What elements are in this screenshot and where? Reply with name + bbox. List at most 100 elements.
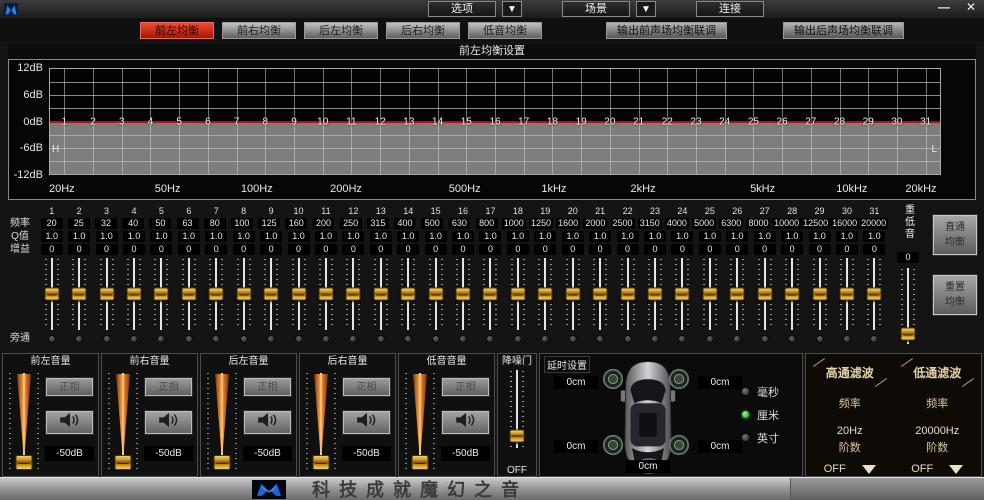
mute-button[interactable] <box>144 410 193 435</box>
band-gain-slider-11[interactable] <box>316 258 336 330</box>
band-gain-value[interactable]: 0 <box>452 244 474 255</box>
volume-slider[interactable] <box>102 369 144 476</box>
band-q-value[interactable]: 1.0 <box>260 231 282 242</box>
band-q-value[interactable]: 1.0 <box>809 231 831 242</box>
mute-button[interactable] <box>342 410 391 435</box>
band-slider-handle-10[interactable] <box>291 288 306 301</box>
band-frequency-value[interactable]: 1000 <box>502 218 526 229</box>
eq-point-13[interactable]: 13 <box>403 116 414 127</box>
band-slider-handle-28[interactable] <box>785 288 800 301</box>
band-bypass-indicator-27[interactable] <box>761 335 769 343</box>
band-slider-handle-27[interactable] <box>757 288 772 301</box>
band-gain-value[interactable]: 0 <box>342 244 364 255</box>
band-gain-value[interactable]: 0 <box>863 244 885 255</box>
band-q-value[interactable]: 1.0 <box>699 231 721 242</box>
band-slider-handle-11[interactable] <box>318 288 333 301</box>
eq-tab-3[interactable]: 后左均衡 <box>304 22 378 39</box>
eq-point-30[interactable]: 30 <box>891 116 902 127</box>
band-bypass-indicator-21[interactable] <box>596 335 604 343</box>
lowpass-marker[interactable]: L <box>931 144 937 155</box>
band-q-value[interactable]: 1.0 <box>342 231 364 242</box>
band-gain-slider-26[interactable] <box>727 258 747 330</box>
lowpass-order-dropdown-arrow-icon[interactable] <box>949 465 963 474</box>
band-gain-value[interactable]: 0 <box>562 244 584 255</box>
eq-tab-1[interactable]: 前左均衡 <box>140 22 214 39</box>
band-frequency-value[interactable]: 8000 <box>746 218 770 229</box>
band-q-value[interactable]: 1.0 <box>507 231 529 242</box>
close-button[interactable]: ✕ <box>966 0 976 14</box>
band-q-value[interactable]: 1.0 <box>562 231 584 242</box>
band-gain-value[interactable]: 0 <box>68 244 90 255</box>
band-q-value[interactable]: 1.0 <box>644 231 666 242</box>
band-q-value[interactable]: 1.0 <box>205 231 227 242</box>
band-q-value[interactable]: 1.0 <box>370 231 392 242</box>
band-gain-slider-9[interactable] <box>261 258 281 330</box>
band-q-value[interactable]: 1.0 <box>150 231 172 242</box>
band-slider-handle-25[interactable] <box>702 288 717 301</box>
band-q-value[interactable]: 1.0 <box>233 231 255 242</box>
mute-button[interactable] <box>45 410 94 435</box>
band-bypass-indicator-9[interactable] <box>267 335 275 343</box>
band-bypass-indicator-23[interactable] <box>651 335 659 343</box>
band-gain-slider-15[interactable] <box>426 258 446 330</box>
phase-button[interactable]: 正相 <box>243 377 292 397</box>
band-slider-handle-1[interactable] <box>44 288 59 301</box>
highpass-order-select[interactable]: OFF <box>806 463 894 475</box>
eq-point-17[interactable]: 17 <box>518 116 529 127</box>
volume-slider-handle[interactable] <box>313 455 330 470</box>
band-slider-handle-16[interactable] <box>456 288 471 301</box>
phase-button[interactable]: 正相 <box>45 377 94 397</box>
band-gain-value[interactable]: 0 <box>671 244 693 255</box>
band-bypass-indicator-13[interactable] <box>377 335 385 343</box>
band-frequency-value[interactable]: 16000 <box>830 218 859 229</box>
band-frequency-value[interactable]: 315 <box>367 218 389 229</box>
volume-slider-handle[interactable] <box>412 455 429 470</box>
band-slider-handle-21[interactable] <box>593 288 608 301</box>
eq-point-6[interactable]: 6 <box>205 116 211 127</box>
eq-point-4[interactable]: 4 <box>148 116 154 127</box>
band-q-value[interactable]: 1.0 <box>123 231 145 242</box>
band-bypass-indicator-6[interactable] <box>185 335 193 343</box>
band-slider-handle-18[interactable] <box>510 288 525 301</box>
band-q-value[interactable]: 1.0 <box>836 231 858 242</box>
eq-point-11[interactable]: 11 <box>346 116 356 127</box>
band-frequency-value[interactable]: 1600 <box>556 218 580 229</box>
band-q-value[interactable]: 1.0 <box>68 231 90 242</box>
highpass-order-dropdown-arrow-icon[interactable] <box>862 465 876 474</box>
band-bypass-indicator-29[interactable] <box>816 335 824 343</box>
band-q-value[interactable]: 1.0 <box>754 231 776 242</box>
band-gain-slider-23[interactable] <box>645 258 665 330</box>
band-frequency-value[interactable]: 100 <box>231 218 253 229</box>
volume-slider-handle[interactable] <box>115 455 132 470</box>
eq-point-25[interactable]: 25 <box>748 116 759 127</box>
band-gain-slider-10[interactable] <box>289 258 309 330</box>
band-bypass-indicator-22[interactable] <box>624 335 632 343</box>
band-gain-slider-8[interactable] <box>234 258 254 330</box>
rear-soundstage-link-button[interactable]: 输出后声场均衡联调 <box>783 22 904 39</box>
band-gain-value[interactable]: 0 <box>754 244 776 255</box>
band-slider-handle-19[interactable] <box>538 288 553 301</box>
delay-value-rear-left[interactable]: 0cm <box>554 440 598 453</box>
eq-point-12[interactable]: 12 <box>375 116 386 127</box>
scene-menu-button[interactable]: 场景 <box>562 1 630 17</box>
band-bypass-indicator-1[interactable] <box>48 335 56 343</box>
band-gain-slider-12[interactable] <box>343 258 363 330</box>
eq-point-5[interactable]: 5 <box>176 116 182 127</box>
band-gain-value[interactable]: 0 <box>617 244 639 255</box>
band-gain-slider-29[interactable] <box>810 258 830 330</box>
band-gain-value[interactable]: 0 <box>507 244 529 255</box>
band-frequency-value[interactable]: 12500 <box>801 218 830 229</box>
band-bypass-indicator-15[interactable] <box>432 335 440 343</box>
band-gain-value[interactable]: 0 <box>288 244 310 255</box>
front-soundstage-link-button[interactable]: 输出前声场均衡联调 <box>606 22 727 39</box>
band-slider-handle-31[interactable] <box>867 288 882 301</box>
band-frequency-value[interactable]: 200 <box>312 218 334 229</box>
eq-point-19[interactable]: 19 <box>576 116 587 127</box>
band-gain-slider-7[interactable] <box>206 258 226 330</box>
band-bypass-indicator-24[interactable] <box>678 335 686 343</box>
band-frequency-value[interactable]: 400 <box>394 218 416 229</box>
band-gain-value[interactable]: 0 <box>836 244 858 255</box>
band-bypass-indicator-14[interactable] <box>404 335 412 343</box>
band-bypass-indicator-7[interactable] <box>212 335 220 343</box>
band-bypass-indicator-10[interactable] <box>295 335 303 343</box>
